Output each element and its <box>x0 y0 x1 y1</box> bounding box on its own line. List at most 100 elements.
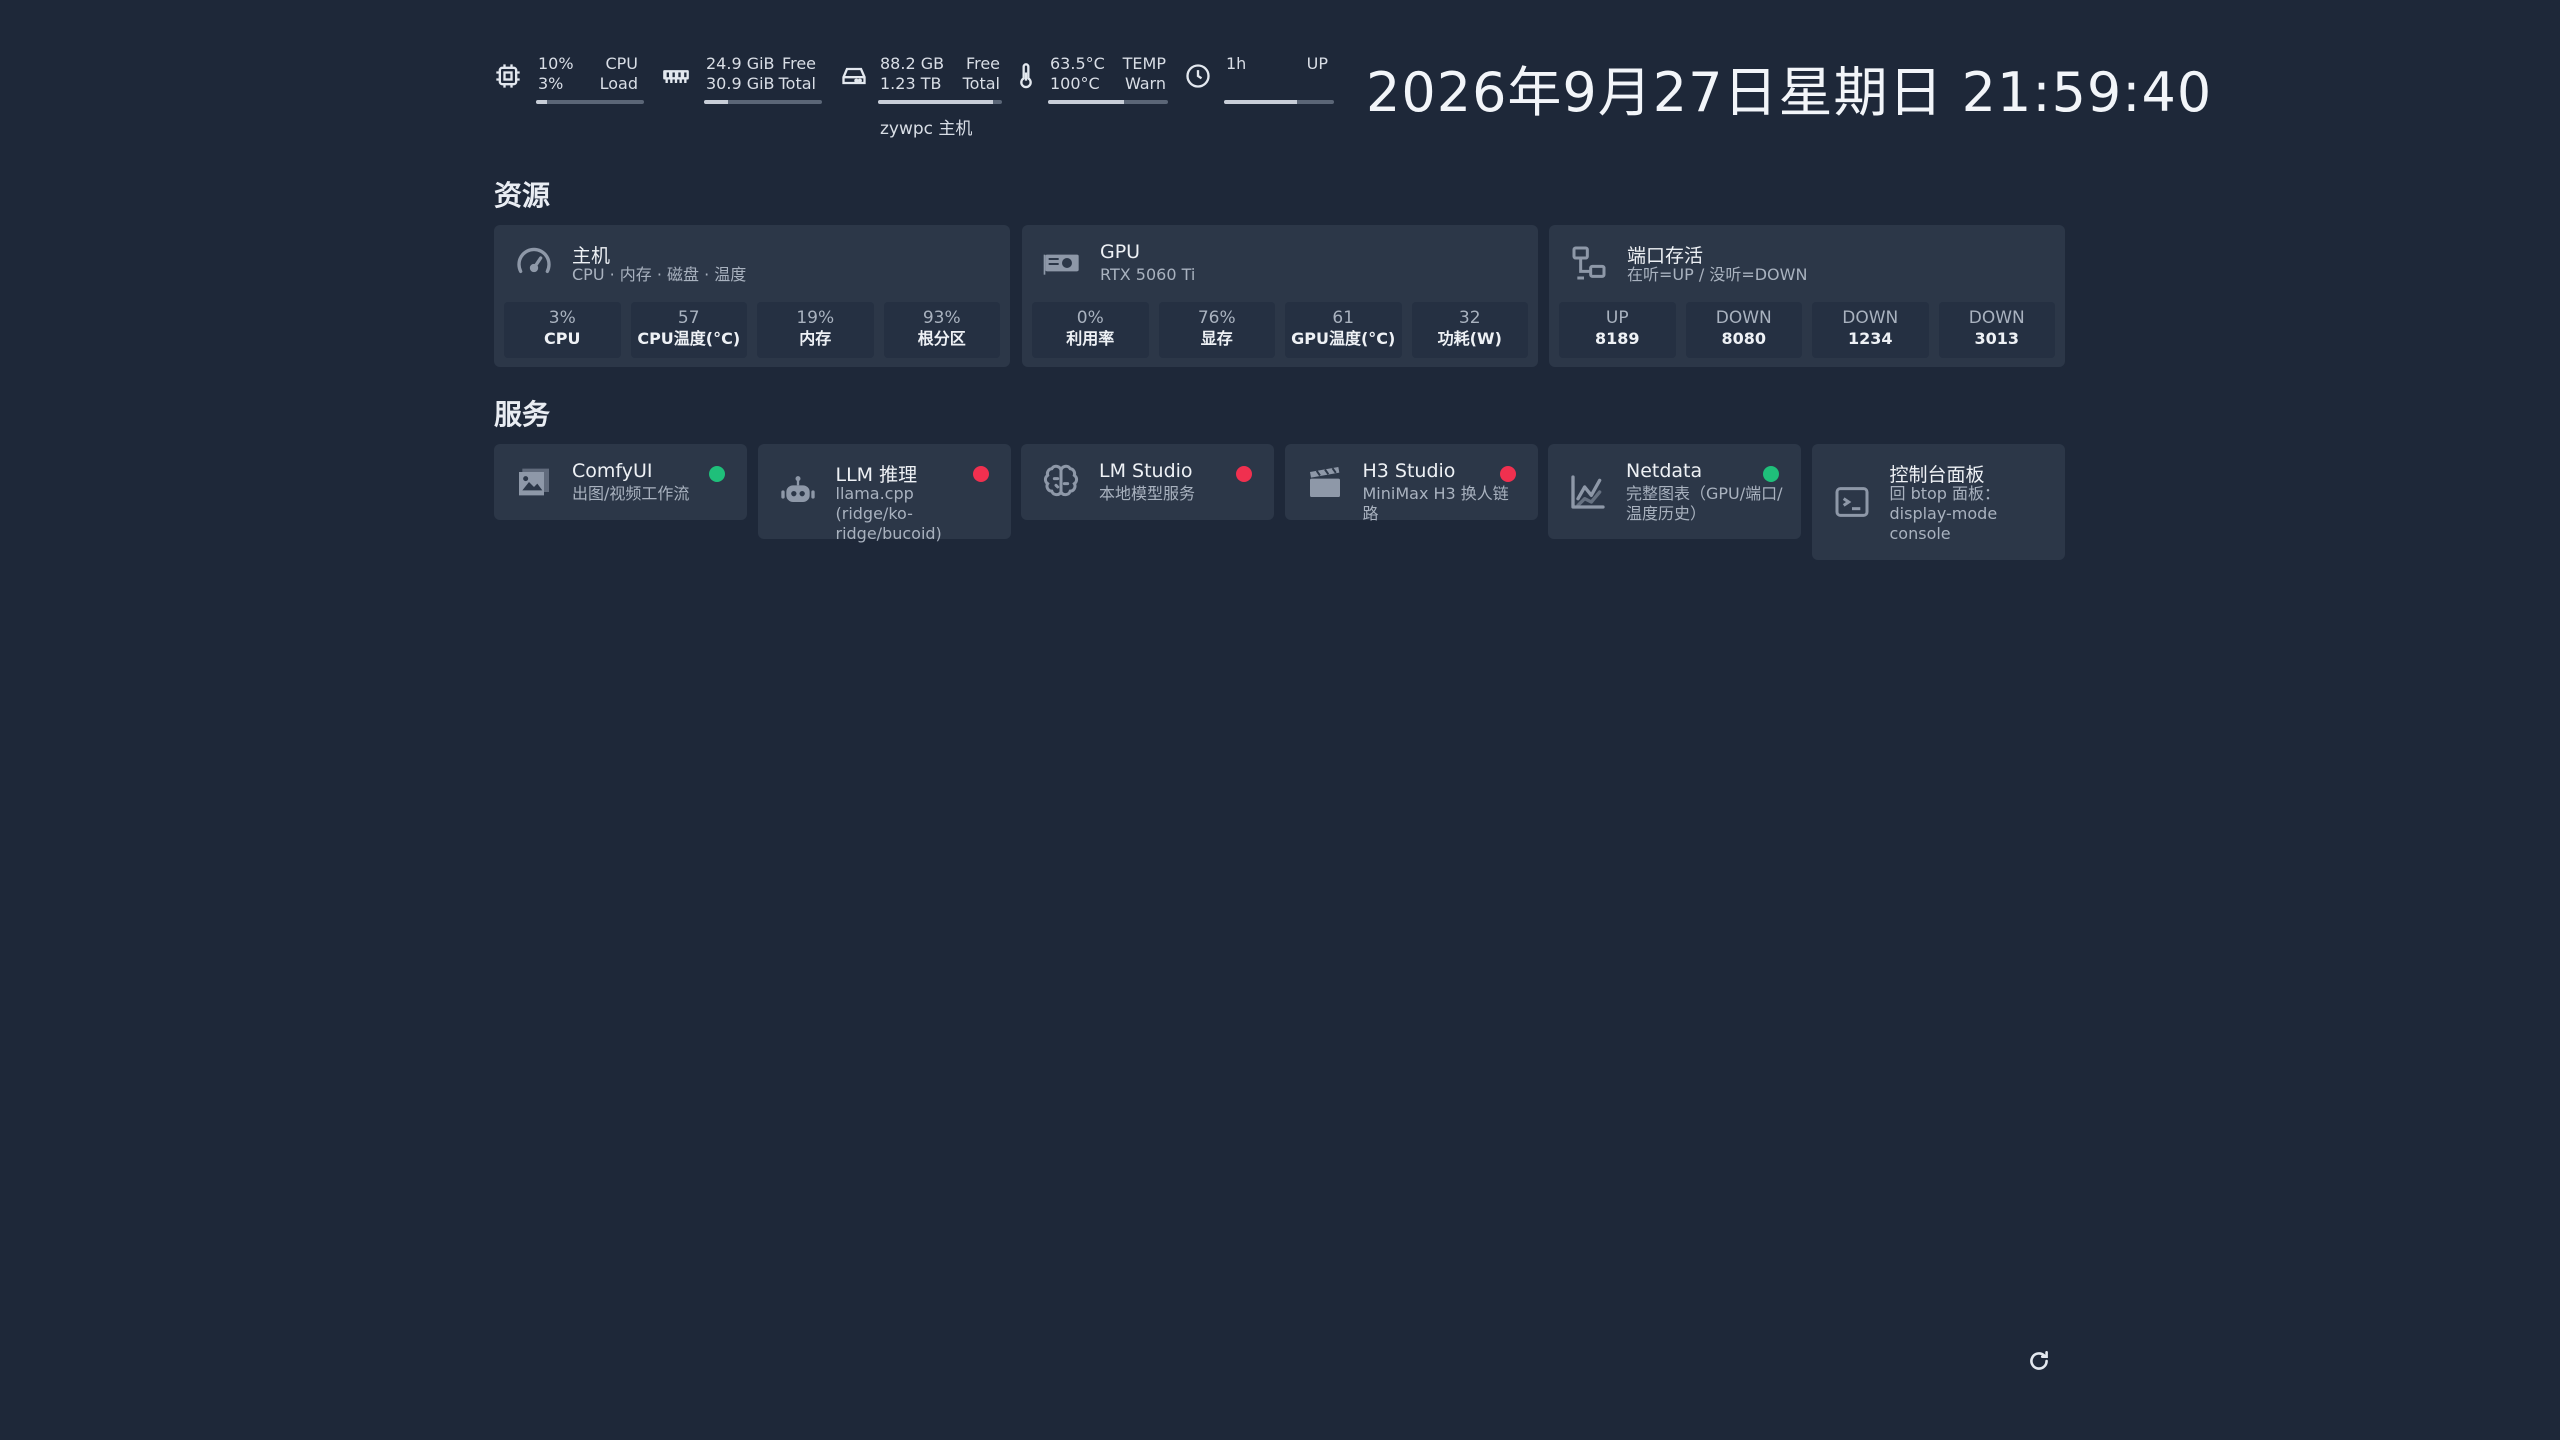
stat-tile: 76% 显存 <box>1158 302 1275 358</box>
robot-icon <box>778 472 818 512</box>
warn-label: Warn <box>1124 74 1166 93</box>
stat-tile: UP 8189 <box>1559 302 1676 358</box>
disk-progress-bar <box>878 100 1002 104</box>
resource-card: 主机 CPU · 内存 · 磁盘 · 温度 3% CPU 57 CPU温度(°C) 19% 内… <box>494 225 1010 367</box>
progress-fill <box>704 100 728 104</box>
service-card[interactable]: 控制台面板回 btop 面板：display-mode console <box>1811 444 2065 560</box>
stat-tile: 57 CPU温度(°C) <box>630 302 747 358</box>
disk-total-value: 1.23 TB <box>880 74 942 93</box>
stat-value: DOWN <box>1968 308 2025 328</box>
status-dot-up <box>1763 466 1779 482</box>
stat-value: 93% <box>922 308 961 328</box>
stat-value: 19% <box>796 308 835 328</box>
resource-card-subtitle: RTX 5060 Ti <box>1100 265 1196 284</box>
temp-warn-value: 100°C <box>1050 74 1100 93</box>
service-card[interactable]: ComfyUI 出图/视频工作流 <box>494 444 747 520</box>
resource-stats: UP 8189 DOWN 8080 DOWN 1234 DOWN 3013 <box>1559 302 2055 358</box>
stat-label: 8189 <box>1594 329 1640 348</box>
thermometer-icon <box>1012 62 1040 90</box>
stat-tile: 61 GPU温度(°C) <box>1285 302 1402 358</box>
service-card-title: 控制台面板 <box>1889 464 1985 486</box>
stat-tile: 19% 内存 <box>757 302 874 358</box>
stat-label: 8080 <box>1721 329 1767 348</box>
clapperboard-icon <box>1305 462 1345 502</box>
ram-free-label: Free <box>782 54 816 73</box>
service-card-subtitle: MiniMax H3 换人链路 <box>1362 484 1509 523</box>
cpu-load-value: 3% <box>538 74 564 93</box>
brain-icon <box>1041 462 1081 502</box>
ram-progress-bar <box>704 100 822 104</box>
service-card-title: LLM 推理 <box>835 464 918 486</box>
progress-fill <box>1224 100 1297 104</box>
stat-label: 根分区 <box>917 329 966 348</box>
resource-card-subtitle: 在听=UP / 没听=DOWN <box>1627 265 1808 284</box>
ram-free-value: 24.9 GiB <box>706 54 775 73</box>
service-card-title: Netdata <box>1626 460 1703 482</box>
stat-value: 76% <box>1197 308 1236 328</box>
stat-label: GPU温度(°C) <box>1291 329 1396 348</box>
service-card[interactable]: H3 Studio MiniMax H3 换人链路 <box>1284 444 1538 523</box>
progress-fill <box>1048 100 1124 104</box>
stat-label: 利用率 <box>1066 329 1115 348</box>
resource-card-subtitle: CPU · 内存 · 磁盘 · 温度 <box>572 265 747 284</box>
uptime-value: 1h <box>1226 54 1247 73</box>
hard-drive-icon <box>840 62 868 90</box>
cpu-progress-bar <box>536 100 644 104</box>
resource-stats: 3% CPU 57 CPU温度(°C) 19% 内存 93% 根分区 <box>504 302 1000 358</box>
disk-widget: 88.2 GB 1.23 TB Free Total <box>840 52 1002 104</box>
stat-tile: 93% 根分区 <box>883 302 1000 358</box>
stat-value: DOWN <box>1842 308 1899 328</box>
service-card-subtitle: llama.cpp (ridge/ko-ridge/bucoid) <box>835 484 942 543</box>
service-card[interactable]: LM Studio 本地模型服务 <box>1021 444 1274 520</box>
stat-label: 1234 <box>1847 329 1893 348</box>
service-card-subtitle: 回 btop 面板：display-mode console <box>1889 484 2001 543</box>
service-card-title: ComfyUI <box>572 460 653 482</box>
temp-current-value: 63.5°C <box>1050 54 1105 73</box>
stat-tile: 32 功耗(W) <box>1411 302 1528 358</box>
service-card-subtitle: 完整图表（GPU/端口/温度历史） <box>1626 484 1783 523</box>
status-dot-up <box>709 466 725 482</box>
disk-free-value: 88.2 GB <box>880 54 945 73</box>
stat-value: 57 <box>677 308 700 328</box>
ram-stick-icon <box>662 62 690 90</box>
service-card-title: H3 Studio <box>1362 460 1456 482</box>
stat-value: DOWN <box>1715 308 1772 328</box>
stat-label: 功耗(W) <box>1437 329 1502 348</box>
uptime-progress-bar <box>1224 100 1334 104</box>
stat-tile: 3% CPU <box>504 302 621 358</box>
cpu-usage-value: 10% <box>538 54 574 73</box>
stat-value: 32 <box>1458 308 1481 328</box>
network-icon <box>1569 243 1609 283</box>
stat-value: 61 <box>1332 308 1355 328</box>
hostname-label: zywpc 主机 <box>880 119 973 139</box>
stat-label: 内存 <box>799 329 832 348</box>
stat-label: 显存 <box>1200 329 1233 348</box>
stat-tile: 0% 利用率 <box>1032 302 1149 358</box>
stat-value: UP <box>1605 308 1629 328</box>
section-title-resources: 资源 <box>494 179 551 212</box>
ram-total-value: 30.9 GiB <box>706 74 775 93</box>
refresh-icon[interactable] <box>2026 1348 2052 1374</box>
gpu-card-icon <box>1042 243 1082 283</box>
load-label: Load <box>599 74 638 93</box>
stat-tile: DOWN 1234 <box>1812 302 1929 358</box>
temp-progress-bar <box>1048 100 1168 104</box>
stat-tile: DOWN 3013 <box>1938 302 2055 358</box>
uptime-label: UP <box>1306 54 1328 73</box>
service-card-title: LM Studio <box>1099 460 1193 482</box>
clock-icon <box>1184 62 1212 90</box>
cpu-label: CPU <box>605 54 638 73</box>
resource-card-title: GPU <box>1100 241 1141 263</box>
resource-card-title: 主机 <box>572 245 611 267</box>
speedometer-icon <box>514 243 554 283</box>
stat-value: 3% <box>548 308 576 328</box>
stat-value: 0% <box>1076 308 1104 328</box>
stat-label: 3013 <box>1974 329 2020 348</box>
service-card[interactable]: Netdata 完整图表（GPU/端口/温度历史） <box>1548 444 1801 539</box>
cpu-chip-icon <box>494 62 522 90</box>
resource-card: GPU RTX 5060 Ti 0% 利用率 76% 显存 61 GPU温度(°C) 32 功耗(… <box>1022 225 1538 367</box>
service-card[interactable]: LLM 推理 llama.cpp (ridge/ko-ridge/bucoid) <box>757 444 1011 543</box>
stat-label: CPU温度(°C) <box>637 329 741 348</box>
image-icon <box>514 462 554 502</box>
status-dot-down <box>972 466 989 482</box>
